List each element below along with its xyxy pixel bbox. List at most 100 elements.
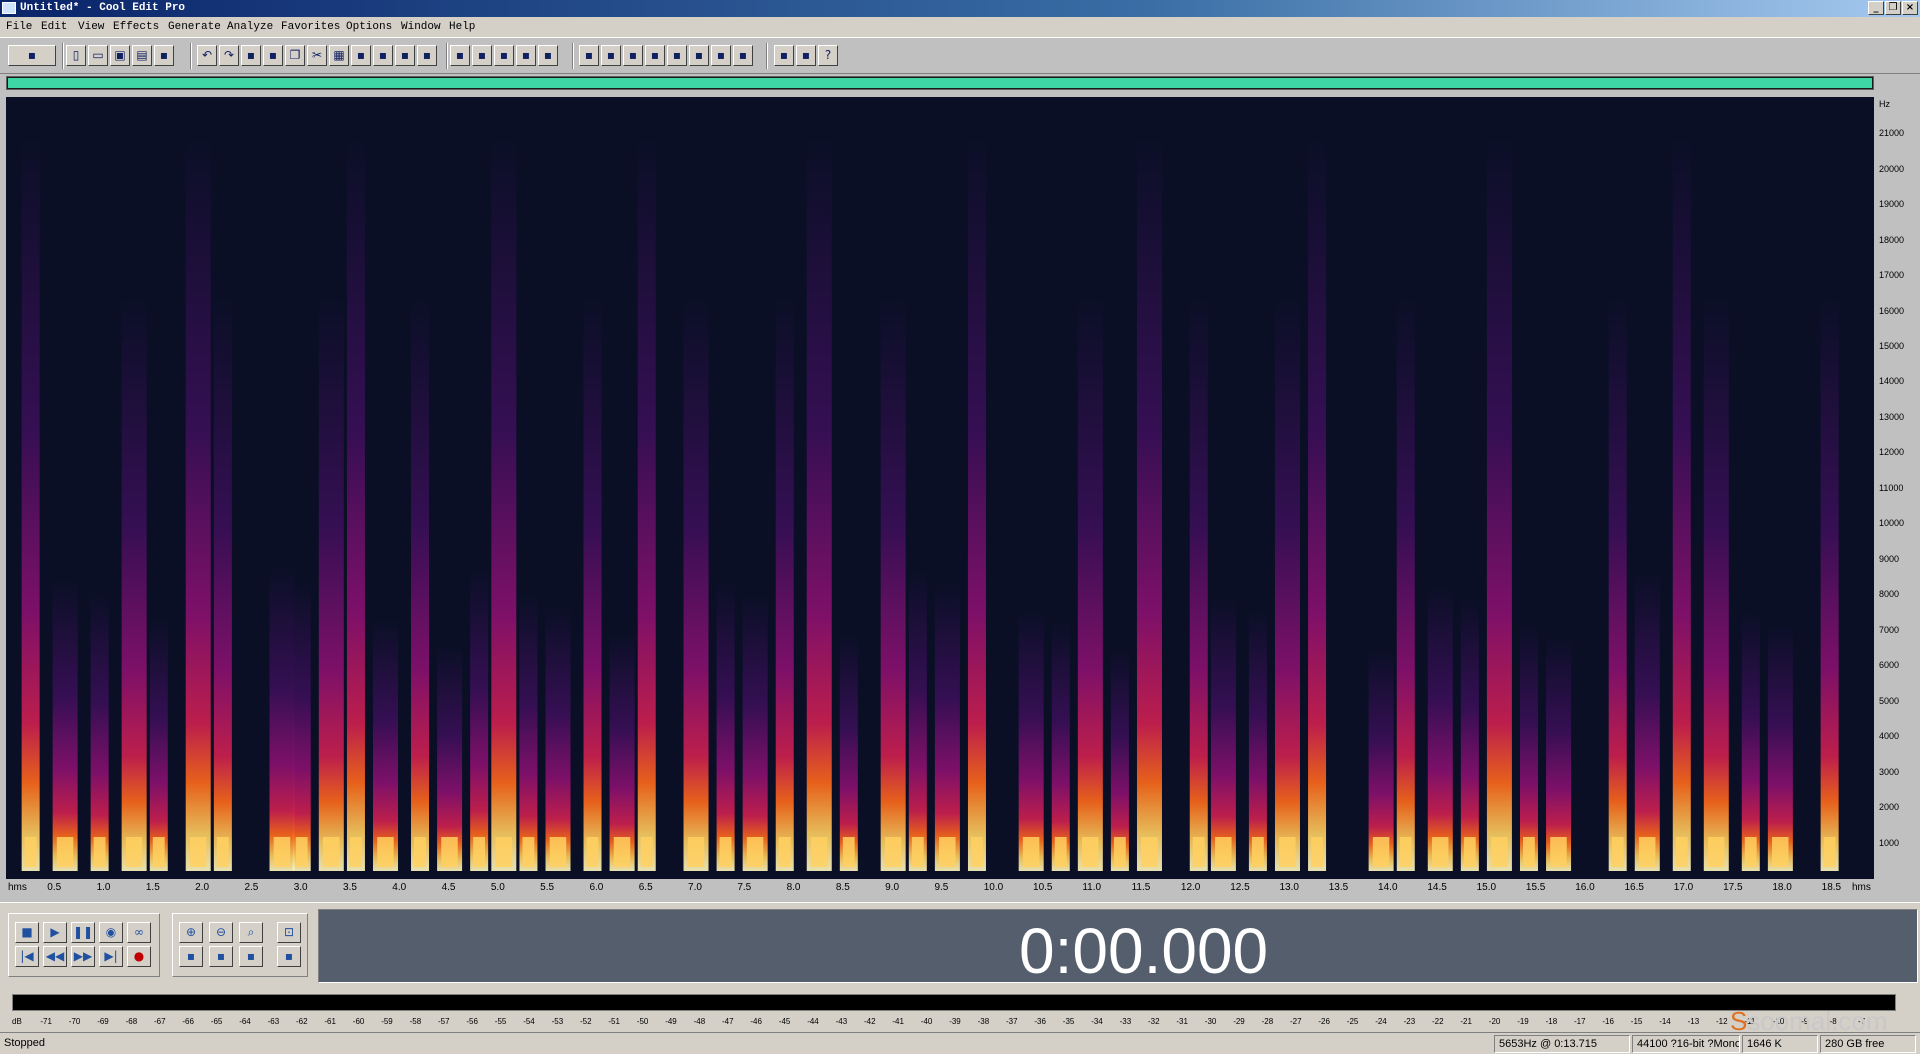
zoom-out-vertical-icon[interactable]: ▪ [277, 946, 301, 967]
spectral-burst [934, 584, 960, 871]
play-icon[interactable]: ▶ [43, 922, 67, 943]
meter-tick-label: -45 [778, 1017, 791, 1026]
spectral-burst-core [1192, 837, 1205, 867]
delete-icon[interactable]: ▪ [417, 45, 437, 66]
zoom-in-left-icon[interactable]: ▪ [179, 946, 203, 967]
meter-tick-label: -59 [381, 1017, 393, 1026]
go-start-icon[interactable]: |◀ [15, 946, 39, 967]
time-tick-label: 3.0 [293, 882, 308, 893]
snap-icon[interactable]: ▪ [450, 45, 470, 66]
menu-file[interactable]: File [6, 17, 32, 37]
menu-window[interactable]: Window [401, 17, 441, 37]
menu-bar: File Edit View Effects Generate Analyze … [0, 17, 1920, 37]
record-icon[interactable]: ● [127, 946, 151, 967]
zoom-out-icon[interactable]: ⊖ [209, 922, 233, 943]
rewind-icon[interactable]: ◀◀ [43, 946, 67, 967]
loop-icon[interactable]: ∞ [127, 922, 151, 943]
level-meter-icon[interactable]: ▪ [711, 45, 731, 66]
close-file-icon[interactable]: ▪ [154, 45, 174, 66]
time-display-icon[interactable]: ▪ [689, 45, 709, 66]
spectral-burst-core [322, 837, 340, 867]
stop-icon[interactable]: ■ [15, 922, 39, 943]
spectral-burst-core [1675, 837, 1688, 867]
grid-alt-icon[interactable]: ▪ [516, 45, 536, 66]
spectral-burst-core [1054, 837, 1067, 867]
meter-tick-label: -43 [835, 1017, 848, 1026]
save-all-icon[interactable]: ▤ [132, 45, 152, 66]
restore-button[interactable]: ❐ [1885, 1, 1901, 15]
scrub-icon[interactable]: ▪ [645, 45, 665, 66]
new-file-icon[interactable]: ▯ [66, 45, 86, 66]
meter-tick-label: -17 [1574, 1017, 1586, 1026]
menu-edit[interactable]: Edit [41, 17, 67, 37]
paste-icon[interactable]: ▦ [329, 45, 349, 66]
frequency-tick-label: 14000 [1879, 376, 1905, 387]
open-file-icon[interactable]: ▭ [88, 45, 108, 66]
spectral-burst [908, 571, 927, 871]
waveform-view-icon[interactable]: ▪ [8, 45, 56, 66]
spectral-burst [519, 595, 538, 871]
go-end-icon[interactable]: ▶| [99, 946, 123, 967]
frequency-tick-label: 10000 [1879, 518, 1905, 529]
copy-new-icon[interactable]: ▪ [263, 45, 283, 66]
trim-icon[interactable]: ▪ [395, 45, 415, 66]
repeat-icon[interactable]: ▪ [241, 45, 261, 66]
close-button[interactable]: × [1902, 1, 1918, 15]
spectral-view[interactable] [6, 97, 1874, 879]
spectral-burst-core [1550, 837, 1567, 867]
record-view-icon[interactable]: ▪ [623, 45, 643, 66]
spectral-burst [470, 569, 489, 871]
menu-analyze[interactable]: Analyze [227, 17, 273, 37]
spectrogram[interactable] [6, 97, 1874, 879]
fast-forward-icon[interactable]: ▶▶ [71, 946, 95, 967]
play-to-end-icon[interactable]: ◉ [99, 922, 123, 943]
overview-visible-range[interactable] [8, 78, 1872, 88]
menu-effects[interactable]: Effects [113, 17, 159, 37]
time-ruler[interactable]: hms hms 0.5 1.0 1.5 2.0 2.5 3.0 3.5 4.0 4.5 5.0 5.5 6… [6, 879, 1874, 897]
menu-view[interactable]: View [78, 17, 104, 37]
zoom-full-icon[interactable]: ⌕ [239, 922, 263, 943]
zoom-in-vertical-icon[interactable]: ▪ [239, 946, 263, 967]
zoom-view-icon[interactable]: ▪ [667, 45, 687, 66]
zoom-in-icon[interactable]: ⊕ [179, 922, 203, 943]
spectral-burst [775, 297, 794, 871]
effects-icon[interactable]: ▪ [774, 45, 794, 66]
overview-bar[interactable] [6, 76, 1874, 90]
spectral-burst [637, 137, 656, 871]
spectral-burst [545, 608, 571, 871]
grid-mix-icon[interactable]: ▪ [538, 45, 558, 66]
paste-new-icon[interactable]: ▪ [351, 45, 371, 66]
mix-paste-icon[interactable]: ▪ [373, 45, 393, 66]
copy-icon[interactable]: ❐ [285, 45, 305, 66]
settings-icon[interactable]: ▪ [796, 45, 816, 66]
pause-icon[interactable]: ❚❚ [71, 922, 95, 943]
spectral-burst-core [1491, 837, 1508, 867]
spectral-burst [373, 620, 399, 871]
menu-options[interactable]: Options [346, 17, 392, 37]
help-icon[interactable]: ? [818, 45, 838, 66]
cut-icon[interactable]: ✂ [307, 45, 327, 66]
redo-icon[interactable]: ↷ [219, 45, 239, 66]
spectral-burst [806, 137, 832, 871]
spectral-burst-core [640, 837, 653, 867]
spectral-burst-core [1399, 837, 1412, 867]
menu-favorites[interactable]: Favorites [281, 17, 340, 37]
spectral-burst [1427, 586, 1453, 871]
menu-help[interactable]: Help [449, 17, 475, 37]
save-icon[interactable]: ▣ [110, 45, 130, 66]
grid-icon[interactable]: ▪ [494, 45, 514, 66]
meter-tick-label: dB [12, 1017, 22, 1026]
zoom-in-right-icon[interactable]: ▪ [209, 946, 233, 967]
show-cues-icon[interactable]: ▪ [472, 45, 492, 66]
undo-icon[interactable]: ↶ [197, 45, 217, 66]
cue-list-icon[interactable]: ▪ [601, 45, 621, 66]
zoom-selection-icon[interactable]: ⊡ [277, 922, 301, 943]
status-bar-icon[interactable]: ▪ [733, 45, 753, 66]
menu-generate[interactable]: Generate [168, 17, 221, 37]
frequency-tick-label: 20000 [1879, 163, 1905, 174]
meter-tick-label: -13 [1687, 1017, 1700, 1026]
play-list-icon[interactable]: ▪ [579, 45, 599, 66]
status-size: 1646 K [1742, 1035, 1818, 1053]
minimize-button[interactable]: _ [1868, 1, 1884, 15]
meter-tick-label: -29 [1233, 1017, 1245, 1026]
